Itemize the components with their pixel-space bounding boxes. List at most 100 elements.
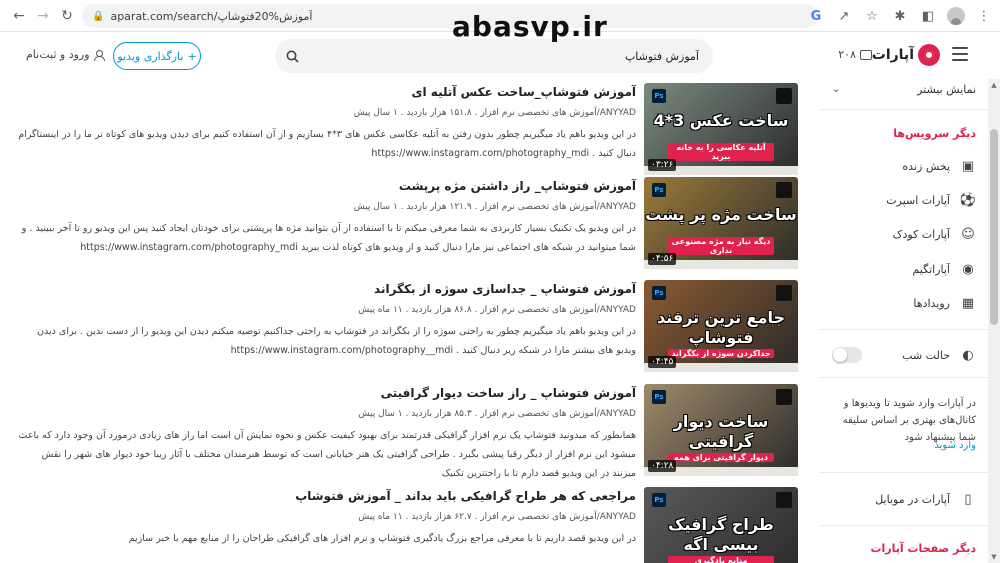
extensions-icon[interactable]: ✱ (888, 5, 912, 27)
sidebar-show-more[interactable]: نمایش بیشتر ⌄ (820, 79, 976, 99)
thumbnail-subtitle: منابع یادگیری (668, 556, 774, 563)
channel-link[interactable]: ANYYAD/آموزش های تخصصی نرم افزار (480, 108, 636, 118)
search-bar (275, 39, 713, 73)
video-title-link[interactable]: آموزش فتوشاپ _ راز ساخت دیوار گرافیتی (381, 386, 636, 400)
video-title-link[interactable]: مراجعی که هر طراح گرافیکی باید بداند _ آ… (295, 489, 636, 503)
sport-icon: ⚽ (959, 192, 977, 208)
back-icon[interactable]: ← (8, 5, 30, 27)
video-title-link[interactable]: آموزش فتوشاپ_ راز داشتن مژه پرپشت (399, 179, 636, 193)
lock-icon: 🔒 (92, 10, 105, 22)
scroll-up-arrow-icon[interactable]: ▲ (990, 81, 998, 89)
video-meta: ANYYAD/آموزش های تخصصی نرم افزار . ۱۵۱.۸… (354, 108, 636, 118)
video-description: در این ویدیو یک تکنیک بسیار کاربردی به ش… (16, 219, 636, 257)
user-icon (93, 49, 105, 61)
video-duration: ۰۳:۲۶ (648, 159, 677, 171)
channel-brand-icon (776, 285, 792, 301)
upload-label: بارگذاری ویدیو (117, 49, 184, 63)
video-meta: ANYYAD/آموزش های تخصصی نرم افزار . ۸۶.۸ … (358, 305, 636, 315)
login-prompt-text: در آپارات وارد شوید تا ویدیوها و کانال‌ه… (842, 398, 976, 443)
login-link[interactable]: ورود و ثبت‌نام (26, 48, 105, 61)
sidebar-item-kids[interactable]: ☺ آپارات کودک (820, 224, 976, 244)
share-icon[interactable]: ↗ (832, 5, 856, 27)
aparat-logo[interactable]: آپارات (872, 43, 940, 67)
photoshop-badge-icon: Ps (652, 89, 666, 103)
forward-icon[interactable]: → (32, 5, 54, 27)
search-icon[interactable] (283, 47, 301, 65)
video-thumbnail[interactable]: Ps ساخت عکس 3*4 آتلیه عکاسی را به خانه ببر… (644, 83, 798, 175)
upload-video-button[interactable]: + بارگذاری ویدیو (113, 42, 201, 70)
sidebar-login-link[interactable]: وارد شوید (934, 440, 976, 451)
sidebar-item-mobile[interactable]: ▯ آپارات در موبایل (820, 489, 976, 509)
reload-icon[interactable]: ↻ (56, 5, 78, 27)
search-input[interactable] (313, 39, 713, 73)
instagram-link[interactable]: https://www.instagram.com/photography_md… (80, 242, 298, 253)
video-title-link[interactable]: آموزش فتوشاپ _ جداسازی سوژه از بکگراند (374, 282, 636, 296)
video-thumbnail[interactable]: Ps جامع ترین ترفند فتوشاپ جداکردن سوژه از … (644, 280, 798, 372)
menu-kebab-icon[interactable]: ⋮ (972, 5, 996, 27)
bookmark-star-icon[interactable]: ☆ (860, 5, 884, 27)
page-scrollbar[interactable]: ▲ ▼ (988, 79, 1000, 563)
sidebar-item-label: پخش زنده (902, 159, 950, 173)
address-bar[interactable]: 🔒 aparat.com/search/آموزش%20فتوشاپ (82, 4, 818, 28)
watermark-text: abasvp.ir (452, 10, 608, 43)
sidebar: نمایش بیشتر ⌄ دیگر سرویس‌ها ▣ پخش زنده ⚽… (820, 79, 988, 563)
channel-link[interactable]: ANYYAD/آموزش های تخصصی نرم افزار (480, 202, 636, 212)
profile-avatar[interactable] (944, 5, 968, 27)
sidebar-item-sport[interactable]: ⚽ آپارات اسپرت (820, 190, 976, 210)
url-text: aparat.com/search/آموزش%20فتوشاپ (110, 9, 313, 23)
view-count: ۶۲.۷ هزار بازدید (411, 512, 472, 522)
divider (820, 329, 988, 330)
channel-brand-icon (776, 88, 792, 104)
meta-separator: . (402, 409, 412, 419)
thumbnail-subtitle: دیگه نیاز به مژه مصنوعی نداری (668, 237, 774, 255)
photoshop-badge-icon: Ps (652, 183, 666, 197)
divider (820, 377, 988, 378)
thumbnail-title: ساخت دیوار گرافیتی (673, 412, 769, 451)
sidebar-item-events[interactable]: ▦ رویدادها (820, 293, 976, 313)
thumbnail-subtitle: آتلیه عکاسی را به خانه ببرید (668, 143, 774, 161)
video-description: همانطور که میدونید فتوشاپ یک نرم افزار گ… (16, 426, 636, 483)
notification-counter[interactable]: ۲۰۸ (838, 48, 872, 61)
channel-brand-icon (776, 389, 792, 405)
dark-mode-toggle[interactable] (832, 347, 862, 363)
video-title-link[interactable]: آموزش فتوشاپ_ساخت عکس آتلیه ای (412, 85, 637, 99)
aparat-logo-icon (918, 44, 940, 66)
sidepanel-icon[interactable]: ◧ (916, 5, 940, 27)
scrollbar-thumb[interactable] (990, 129, 998, 325)
video-description: در این ویدیو باهم یاد میگیریم چطور بدون … (16, 125, 636, 163)
thumbnail-title: ساخت عکس 3*4 (653, 111, 789, 130)
channel-link[interactable]: ANYYAD/آموزش های تخصصی نرم افزار (480, 512, 636, 522)
thumbnail-subtitle: جداکردن سوژه از بکگراند (668, 349, 774, 358)
mobile-phone-icon: ▯ (964, 491, 972, 507)
instagram-link[interactable]: https://www.instagram.com/photography_md… (371, 148, 589, 159)
photoshop-badge-icon: Ps (652, 286, 666, 300)
google-icon[interactable]: G (804, 5, 828, 27)
description-text: در این ویدیو قصد داریم تا با معرفی مراجع… (128, 533, 636, 544)
divider (820, 109, 988, 110)
sidebar-item-label: آپارات کودک (892, 227, 950, 241)
view-count: ۸۶.۸ هزار بازدید (411, 305, 472, 315)
video-thumbnail[interactable]: Ps ساخت دیوار گرافیتی دیوار گرافیتی برای ه… (644, 384, 798, 476)
live-icon: ▣ (961, 158, 975, 174)
meta-separator: . (402, 305, 412, 315)
sidebar-item-game[interactable]: ◉ آپاراتگیم (820, 259, 976, 279)
video-thumbnail[interactable]: Ps طراح گرافیک بیسی اگه منابع یادگیری (644, 487, 798, 563)
logo-text: آپارات (871, 47, 914, 63)
video-meta: ANYYAD/آموزش های تخصصی نرم افزار . ۸۵.۳ … (359, 409, 636, 419)
meta-separator: . (402, 512, 412, 522)
divider (820, 472, 988, 473)
video-thumbnail[interactable]: Ps ساخت مژه پر پشت دیگه نیاز به مژه مصنوعی… (644, 177, 798, 269)
video-meta: ANYYAD/آموزش های تخصصی نرم افزار . ۶۲.۷ … (358, 512, 636, 522)
description-text: همانطور که میدونید فتوشاپ یک نرم افزار گ… (18, 430, 636, 479)
channel-link[interactable]: ANYYAD/آموزش های تخصصی نرم افزار (480, 305, 636, 315)
search-results: Ps ساخت عکس 3*4 آتلیه عکاسی را به خانه ببر… (0, 79, 810, 563)
scroll-down-arrow-icon[interactable]: ▼ (990, 553, 998, 561)
sidebar-item-live[interactable]: ▣ پخش زنده (820, 156, 976, 176)
photoshop-badge-icon: Ps (652, 390, 666, 404)
channel-link[interactable]: ANYYAD/آموزش های تخصصی نرم افزار (480, 409, 636, 419)
channel-brand-icon (776, 492, 792, 508)
instagram-link[interactable]: https://www.instagram.com/photography__m… (231, 345, 453, 356)
hamburger-menu-icon[interactable] (952, 47, 968, 61)
thumbnail-title: طراح گرافیک بیسی اگه (668, 515, 774, 554)
dark-mode-icon: ◐ (962, 347, 974, 363)
